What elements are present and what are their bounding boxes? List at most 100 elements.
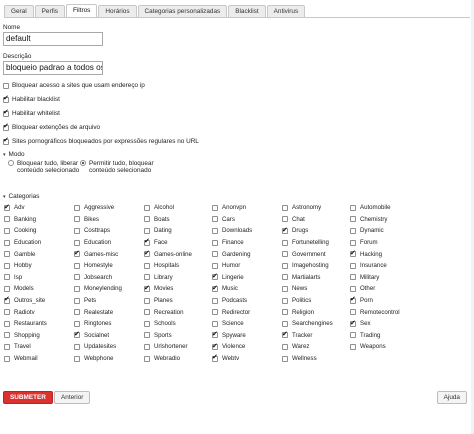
category-checkbox[interactable] (74, 343, 80, 350)
category-checkbox[interactable] (350, 295, 356, 304)
option-porn-regex[interactable]: Sites pornográficos bloqueados por expre… (3, 136, 199, 145)
category-item[interactable]: Astronomy (281, 202, 349, 214)
category-checkbox[interactable] (350, 227, 356, 234)
category-item[interactable]: Redirector (211, 306, 281, 318)
category-item[interactable]: Hacking (349, 248, 419, 260)
category-checkbox[interactable] (212, 239, 218, 246)
category-checkbox[interactable] (74, 262, 80, 269)
mode-section-header[interactable]: ▾ Modo (3, 151, 25, 158)
category-checkbox[interactable] (282, 274, 288, 281)
category-checkbox[interactable] (4, 355, 10, 362)
category-item[interactable]: Chat (281, 214, 349, 226)
category-item[interactable]: Forum (349, 237, 419, 249)
category-checkbox[interactable] (212, 251, 218, 258)
category-item[interactable]: Imagehosting (281, 260, 349, 272)
category-item[interactable]: Downloads (211, 225, 281, 237)
category-checkbox[interactable] (144, 320, 150, 327)
category-item[interactable]: Updatesites (73, 341, 143, 353)
category-checkbox[interactable] (212, 204, 218, 211)
category-checkbox[interactable] (4, 239, 10, 246)
category-checkbox[interactable] (4, 216, 10, 223)
category-checkbox[interactable] (350, 319, 356, 327)
category-checkbox[interactable] (212, 284, 218, 292)
category-item[interactable]: Library (143, 272, 211, 284)
category-item[interactable]: Wellness (281, 353, 349, 365)
category-checkbox[interactable] (212, 216, 218, 223)
category-item[interactable]: Spyware (211, 330, 281, 342)
category-checkbox[interactable] (74, 330, 80, 339)
category-item[interactable]: Costtraps (73, 225, 143, 237)
category-item[interactable]: Violence (211, 341, 281, 353)
category-checkbox[interactable] (282, 343, 288, 350)
category-checkbox[interactable] (144, 355, 150, 362)
option-checkbox[interactable] (3, 82, 9, 89)
category-item[interactable]: Travel (3, 341, 73, 353)
tab-geral[interactable]: Geral (4, 5, 34, 17)
option-checkbox[interactable] (3, 94, 9, 103)
category-checkbox[interactable] (282, 355, 288, 362)
category-checkbox[interactable] (282, 309, 288, 316)
category-item[interactable]: Alcohol (143, 202, 211, 214)
category-item[interactable]: Warez (281, 341, 349, 353)
category-checkbox[interactable] (350, 332, 356, 339)
categories-section-header[interactable]: ▾ Categorias (3, 193, 39, 200)
category-item[interactable]: Webtv (211, 353, 281, 365)
category-checkbox[interactable] (282, 262, 288, 269)
category-item[interactable]: Outros_site (3, 295, 73, 307)
category-item[interactable]: Military (349, 272, 419, 284)
category-checkbox[interactable] (4, 332, 10, 339)
tab-antivirus[interactable]: Antivirus (266, 5, 306, 17)
option-checkbox[interactable] (3, 108, 9, 117)
category-item[interactable]: Socialnet (73, 330, 143, 342)
tab-blacklist[interactable]: Blacklist (228, 5, 266, 17)
category-checkbox[interactable] (350, 285, 356, 292)
category-item[interactable]: Restaurants (3, 318, 73, 330)
category-checkbox[interactable] (144, 274, 150, 281)
category-checkbox[interactable] (4, 343, 10, 350)
category-item[interactable]: Politics (281, 295, 349, 307)
category-checkbox[interactable] (74, 239, 80, 246)
category-checkbox[interactable] (350, 204, 356, 211)
category-checkbox[interactable] (144, 343, 150, 350)
category-checkbox[interactable] (350, 239, 356, 246)
category-checkbox[interactable] (4, 262, 10, 269)
category-item[interactable]: Humor (211, 260, 281, 272)
category-checkbox[interactable] (74, 309, 80, 316)
previous-button[interactable]: Anterior (54, 391, 91, 404)
category-item[interactable]: Science (211, 318, 281, 330)
category-item[interactable]: Webradio (143, 353, 211, 365)
category-item[interactable]: Bikes (73, 214, 143, 226)
option-checkbox[interactable] (3, 122, 9, 131)
category-checkbox[interactable] (144, 216, 150, 223)
category-checkbox[interactable] (212, 272, 218, 281)
category-item[interactable]: Martialarts (281, 272, 349, 284)
category-item[interactable]: Face (143, 237, 211, 249)
category-item[interactable]: Drugs (281, 225, 349, 237)
help-button[interactable]: Ajuda (436, 391, 467, 404)
category-item[interactable]: Music (211, 283, 281, 295)
category-checkbox[interactable] (74, 274, 80, 281)
name-input[interactable]: default (3, 32, 103, 46)
category-checkbox[interactable] (350, 249, 356, 258)
category-checkbox[interactable] (350, 216, 356, 223)
option-checkbox[interactable] (3, 136, 9, 145)
category-item[interactable]: Moneylending (73, 283, 143, 295)
category-checkbox[interactable] (282, 297, 288, 304)
category-checkbox[interactable] (144, 332, 150, 339)
category-item[interactable]: Government (281, 248, 349, 260)
category-item[interactable]: Gamble (3, 248, 73, 260)
category-item[interactable]: Automobile (349, 202, 419, 214)
category-item[interactable]: Banking (3, 214, 73, 226)
category-item[interactable]: Gardening (211, 248, 281, 260)
category-checkbox[interactable] (74, 204, 80, 211)
category-item[interactable]: Shopping (3, 330, 73, 342)
category-checkbox[interactable] (4, 251, 10, 258)
category-item[interactable]: Recreation (143, 306, 211, 318)
category-item[interactable]: Cars (211, 214, 281, 226)
category-item[interactable]: Lingerie (211, 272, 281, 284)
category-item[interactable]: Schools (143, 318, 211, 330)
category-checkbox[interactable] (212, 297, 218, 304)
category-item[interactable]: Trading (349, 330, 419, 342)
category-item[interactable]: Podcasts (211, 295, 281, 307)
category-item[interactable]: Isp (3, 272, 73, 284)
